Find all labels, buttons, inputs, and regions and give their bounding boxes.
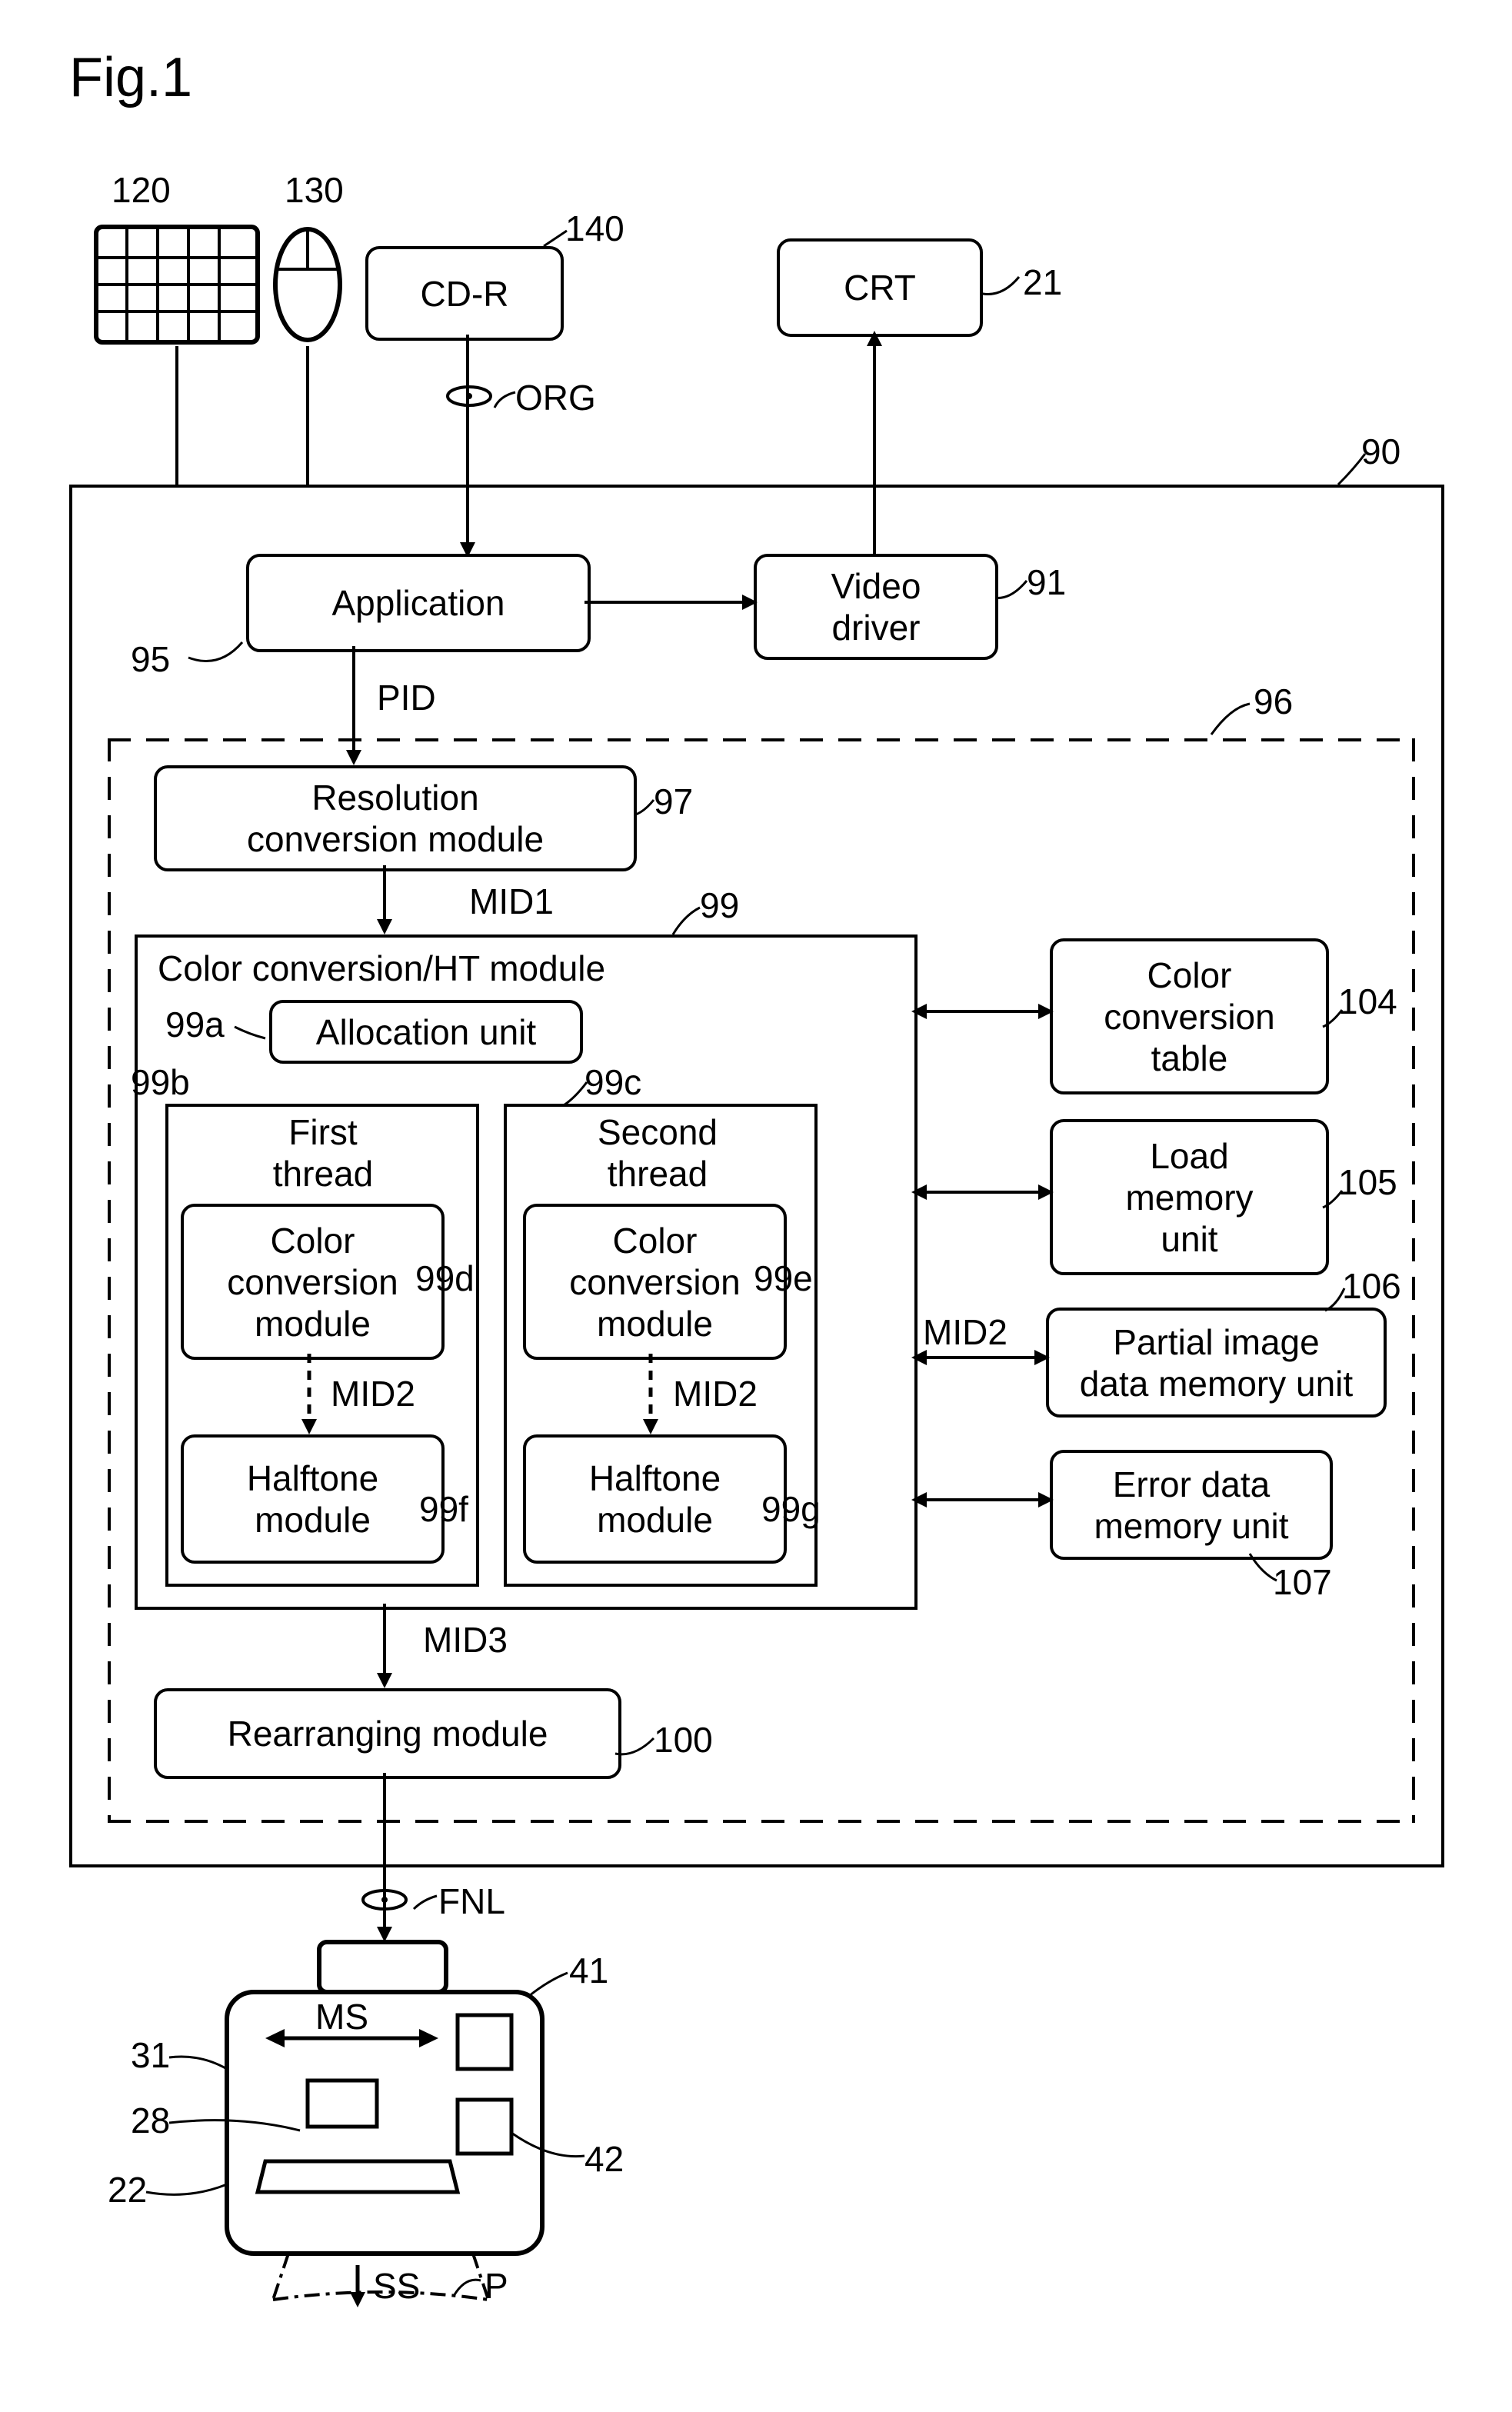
color-conv-2-block: Color conversion module	[523, 1204, 787, 1360]
org-label: ORG	[515, 377, 596, 418]
rearranging-block: Rearranging module	[154, 1688, 621, 1779]
ref-106: 106	[1342, 1265, 1401, 1307]
keyboard-icon	[92, 223, 261, 346]
ref-42: 42	[584, 2138, 624, 2180]
figure-title: Fig.1	[69, 46, 192, 109]
halftone-2-block: Halftone module	[523, 1434, 787, 1564]
crt-block: CRT	[777, 238, 983, 337]
ref-99a: 99a	[165, 1004, 225, 1045]
application-label: Application	[331, 582, 505, 624]
color-table-label: Color conversion table	[1104, 954, 1274, 1079]
load-memory-label: Load memory unit	[1125, 1135, 1253, 1260]
ref-104: 104	[1338, 981, 1397, 1022]
ref-21: 21	[1023, 262, 1062, 303]
ref-140: 140	[565, 208, 624, 249]
ms-label: MS	[315, 1996, 368, 2037]
color-table-block: Color conversion table	[1050, 938, 1329, 1094]
error-data-label: Error data memory unit	[1094, 1464, 1288, 1547]
color-conv-2-label: Color conversion module	[569, 1220, 740, 1344]
first-thread-label: First thread	[246, 1111, 400, 1194]
ref-130: 130	[285, 169, 344, 211]
ref-97: 97	[654, 781, 693, 822]
rearranging-label: Rearranging module	[228, 1713, 548, 1754]
application-block: Application	[246, 554, 591, 652]
ref-28: 28	[131, 2100, 170, 2141]
halftone-1-label: Halftone module	[247, 1458, 378, 1541]
ref-107: 107	[1273, 1561, 1332, 1603]
fnl-label: FNL	[438, 1881, 505, 1922]
disc-icon-2	[361, 1888, 408, 1911]
error-data-block: Error data memory unit	[1050, 1450, 1333, 1560]
mid2-label-2: MID2	[673, 1373, 758, 1414]
ref-99b: 99b	[131, 1061, 190, 1103]
pid-label: PID	[377, 677, 436, 718]
ref-99f: 99f	[419, 1488, 468, 1530]
video-driver-label: Video driver	[831, 565, 921, 648]
p-label: P	[485, 2265, 508, 2307]
ref-99g: 99g	[761, 1488, 821, 1530]
cdr-block: CD-R	[365, 246, 564, 341]
ref-120: 120	[112, 169, 171, 211]
ref-22: 22	[108, 2169, 147, 2210]
partial-image-block: Partial image data memory unit	[1046, 1308, 1387, 1418]
mouse-icon	[269, 223, 346, 346]
mid1-label: MID1	[469, 881, 554, 922]
ref-105: 105	[1338, 1161, 1397, 1203]
allocation-label: Allocation unit	[316, 1011, 536, 1053]
mid2-label-3: MID2	[923, 1311, 1007, 1353]
ref-96: 96	[1254, 681, 1293, 722]
halftone-1-block: Halftone module	[181, 1434, 445, 1564]
ref-100: 100	[654, 1719, 713, 1761]
resolution-label: Resolution conversion module	[247, 777, 544, 860]
mid2-label-1: MID2	[331, 1373, 415, 1414]
second-thread-label: Second thread	[581, 1111, 734, 1194]
resolution-block: Resolution conversion module	[154, 765, 637, 871]
color-conv-1-label: Color conversion module	[227, 1220, 398, 1344]
ref-31: 31	[131, 2034, 170, 2076]
partial-image-label: Partial image data memory unit	[1080, 1321, 1353, 1404]
mid3-label: MID3	[423, 1619, 508, 1661]
color-ht-label: Color conversion/HT module	[158, 948, 605, 989]
ref-99e: 99e	[754, 1258, 813, 1299]
allocation-block: Allocation unit	[269, 1000, 583, 1064]
ref-91: 91	[1027, 561, 1066, 603]
video-driver-block: Video driver	[754, 554, 998, 660]
ref-99: 99	[700, 885, 739, 926]
ref-99d: 99d	[415, 1258, 475, 1299]
crt-label: CRT	[844, 267, 916, 308]
ref-99c: 99c	[584, 1061, 641, 1103]
color-conv-1-block: Color conversion module	[181, 1204, 445, 1360]
ss-label: SS	[373, 2265, 420, 2307]
cdr-label: CD-R	[421, 273, 509, 315]
load-memory-block: Load memory unit	[1050, 1119, 1329, 1275]
halftone-2-label: Halftone module	[589, 1458, 721, 1541]
ref-41: 41	[569, 1950, 608, 1991]
ref-95: 95	[131, 638, 170, 680]
